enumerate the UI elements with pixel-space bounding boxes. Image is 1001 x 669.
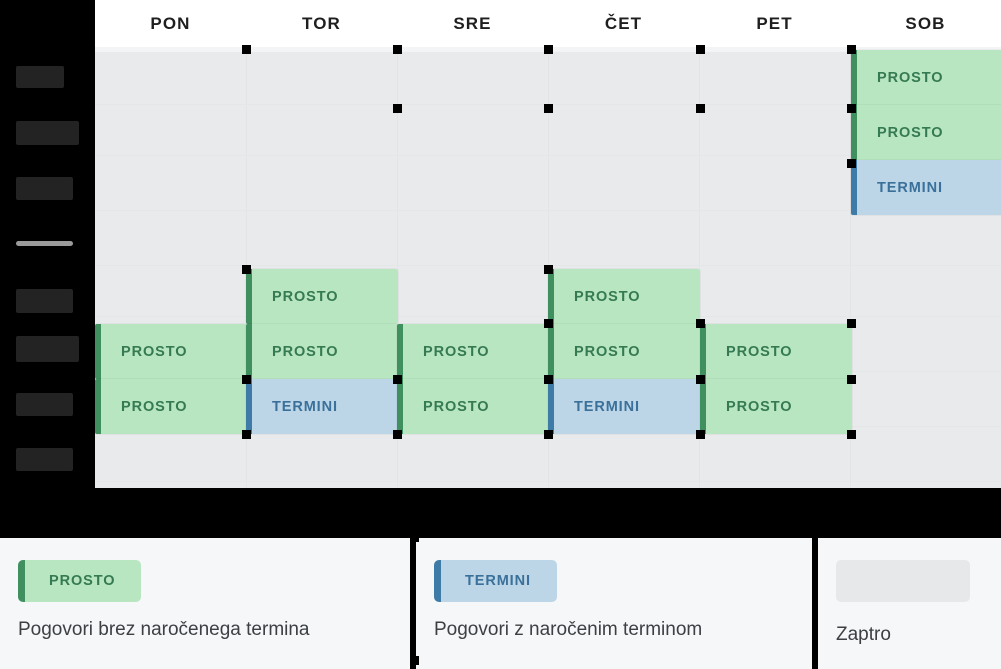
sidebar — [0, 0, 95, 538]
calendar-event-wed-2[interactable]: PROSTO — [397, 379, 549, 434]
selection-handle-9[interactable] — [847, 159, 856, 168]
calendar-event-thu-2[interactable]: PROSTO — [548, 324, 700, 379]
grid-row-line-7 — [95, 481, 1001, 482]
legend-chip-closed — [836, 560, 970, 602]
calendar-event-sat-2[interactable]: PROSTO — [851, 105, 1001, 160]
day-header-fri[interactable]: PET — [699, 0, 850, 47]
selection-handle-25[interactable] — [410, 533, 419, 542]
nav-item-1[interactable] — [16, 66, 64, 88]
selection-handle-26[interactable] — [410, 656, 419, 665]
day-header-wed[interactable]: SRE — [397, 0, 548, 47]
calendar-event-sat-3[interactable]: TERMINI — [851, 160, 1001, 215]
selection-handle-18[interactable] — [696, 375, 705, 384]
selection-handle-16[interactable] — [393, 375, 402, 384]
selection-handle-7[interactable] — [696, 104, 705, 113]
calendar-event-tue-2[interactable]: PROSTO — [246, 324, 398, 379]
nav-item-7[interactable] — [16, 448, 73, 471]
legend-separator-1 — [812, 538, 818, 669]
nav-item-6[interactable] — [16, 393, 73, 416]
selection-handle-22[interactable] — [544, 430, 553, 439]
calendar-event-thu-3[interactable]: TERMINI — [548, 379, 700, 434]
legend-description-closed: Zaptro — [836, 624, 891, 645]
selection-handle-13[interactable] — [696, 319, 705, 328]
calendar-event-tue-3[interactable]: TERMINI — [246, 379, 398, 434]
nav-item-5[interactable] — [16, 336, 79, 362]
selection-handle-24[interactable] — [847, 430, 856, 439]
legend-bar: PROSTO Pogovori brez naročenega termina TE… — [0, 538, 1001, 669]
nav-item-4[interactable] — [16, 289, 73, 313]
calendar-event-tue-1[interactable]: PROSTO — [246, 269, 398, 324]
day-header-tue[interactable]: TOR — [246, 0, 397, 47]
day-header-thu[interactable]: ČET — [548, 0, 699, 47]
calendar-panel: PON TOR SRE ČET PET SOB PROSTO PROSTO TERMINI PR… — [95, 0, 1001, 488]
selection-handle-19[interactable] — [847, 375, 856, 384]
calendar-event-thu-1[interactable]: PROSTO — [548, 269, 700, 324]
day-header-sat[interactable]: SOB — [850, 0, 1001, 47]
nav-item-3[interactable] — [16, 177, 73, 200]
legend-item-appt: TERMINI Pogovori z naročenim terminom — [416, 538, 806, 669]
selection-handle-6[interactable] — [544, 104, 553, 113]
legend-description-free: Pogovori brez naročenega termina — [18, 619, 310, 640]
calendar-event-fri-2[interactable]: PROSTO — [700, 379, 852, 434]
calendar-event-wed-1[interactable]: PROSTO — [397, 324, 549, 379]
selection-handle-1[interactable] — [393, 45, 402, 54]
calendar-event-mon-2[interactable]: PROSTO — [95, 379, 247, 434]
selection-handle-21[interactable] — [393, 430, 402, 439]
selection-handle-11[interactable] — [544, 265, 553, 274]
selection-handle-4[interactable] — [847, 45, 856, 54]
nav-item-2[interactable] — [16, 121, 79, 145]
legend-chip-free: PROSTO — [18, 560, 142, 602]
selection-handle-20[interactable] — [242, 430, 251, 439]
nav-divider — [16, 241, 73, 246]
selection-handle-17[interactable] — [544, 375, 553, 384]
selection-handle-3[interactable] — [696, 45, 705, 54]
selection-handle-0[interactable] — [242, 45, 251, 54]
calendar-event-fri-1[interactable]: PROSTO — [700, 324, 852, 379]
selection-handle-12[interactable] — [847, 319, 856, 328]
selection-handle-5[interactable] — [393, 104, 402, 113]
app-root: PON TOR SRE ČET PET SOB PROSTO PROSTO TERMINI PR… — [0, 0, 1001, 669]
selection-handle-15[interactable] — [242, 375, 251, 384]
selection-handle-10[interactable] — [242, 265, 251, 274]
calendar-event-mon-1[interactable]: PROSTO — [95, 324, 247, 379]
legend-item-free: PROSTO Pogovori brez naročenega termina — [0, 538, 410, 669]
legend-description-appt: Pogovori z naročenim terminom — [434, 619, 703, 640]
legend-item-closed: Zaptro — [818, 538, 1001, 669]
legend-separator-0 — [410, 538, 416, 669]
selection-handle-8[interactable] — [847, 104, 856, 113]
day-header-row: PON TOR SRE ČET PET SOB — [95, 0, 1001, 47]
selection-handle-2[interactable] — [544, 45, 553, 54]
day-header-mon[interactable]: PON — [95, 0, 246, 47]
legend-chip-appt: TERMINI — [434, 560, 557, 602]
selection-handle-14[interactable] — [544, 319, 553, 328]
selection-handle-23[interactable] — [696, 430, 705, 439]
calendar-event-sat-1[interactable]: PROSTO — [851, 50, 1001, 105]
